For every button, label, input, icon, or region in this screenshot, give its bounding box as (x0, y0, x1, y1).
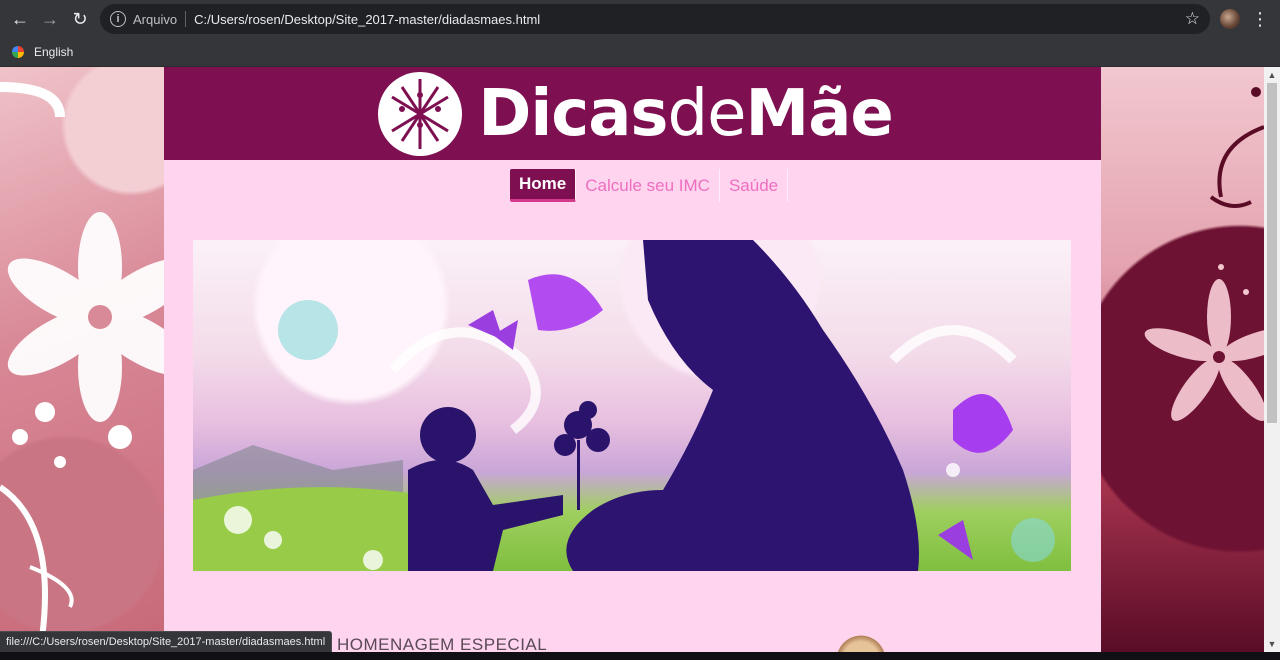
bookmark-label: English (34, 45, 74, 59)
bookmark-english[interactable]: English (12, 42, 73, 62)
mother-child-silhouette-image (193, 240, 1055, 571)
star-icon[interactable]: ☆ (1185, 9, 1200, 29)
logo-word-de: de (667, 76, 747, 151)
site-container: DicasdeMãe Home Calcule seu IMC Saúde HO… (164, 67, 1101, 652)
globe-icon (12, 46, 24, 58)
flower-decoration (1144, 87, 1264, 421)
os-taskbar (0, 652, 1280, 660)
floral-background-left (0, 67, 193, 652)
mothers-day-banner (193, 240, 1071, 571)
address-bar[interactable]: i Arquivo C:/Users/rosen/Desktop/Site_20… (100, 4, 1210, 34)
vertical-scrollbar[interactable]: ▲ ▼ (1264, 67, 1280, 652)
scheme-label: Arquivo (133, 11, 178, 27)
logo-word-dicas: Dicas (478, 76, 668, 151)
floral-background-right (1101, 67, 1264, 652)
nav-calcule-imc[interactable]: Calcule seu IMC (576, 169, 720, 202)
site-logo-text[interactable]: DicasdeMãe (478, 76, 894, 151)
arrow-right-icon: → (41, 8, 59, 29)
nav-saude[interactable]: Saúde (720, 169, 789, 202)
profile-avatar[interactable] (1220, 9, 1240, 29)
scroll-thumb[interactable] (1267, 83, 1277, 423)
status-bar-url: file:///C:/Users/rosen/Desktop/Site_2017… (0, 631, 333, 654)
flower-decoration (0, 82, 193, 652)
arrow-left-icon: ← (11, 8, 29, 29)
divider (185, 11, 187, 27)
page-viewport: DicasdeMãe Home Calcule seu IMC Saúde HO… (0, 67, 1264, 652)
reload-button[interactable]: ↻ (68, 7, 92, 31)
reload-icon: ↻ (72, 8, 88, 29)
heart-tree-logo-icon (378, 71, 463, 156)
url-text[interactable]: C:/Users/rosen/Desktop/Site_2017-master/… (194, 12, 540, 27)
main-nav: Home Calcule seu IMC Saúde (510, 169, 789, 202)
section-title: HOMENAGEM ESPECIAL (337, 635, 548, 652)
scroll-down-arrow-icon[interactable]: ▼ (1264, 636, 1280, 652)
bookmarks-bar: English (0, 38, 1280, 67)
forward-button[interactable]: → (38, 7, 62, 31)
kebab-menu-icon[interactable]: ⋮ (1250, 8, 1270, 30)
scroll-up-arrow-icon[interactable]: ▲ (1264, 67, 1280, 83)
back-button[interactable]: ← (8, 7, 32, 31)
logo-word-mae: Mãe (745, 76, 894, 151)
browser-toolbar: ← → ↻ i Arquivo C:/Users/rosen/Desktop/S… (0, 0, 1280, 38)
site-header: DicasdeMãe (164, 67, 1101, 160)
mother-photo-thumbnail (832, 632, 890, 652)
nav-home[interactable]: Home (510, 169, 577, 202)
info-icon[interactable]: i (110, 11, 126, 27)
